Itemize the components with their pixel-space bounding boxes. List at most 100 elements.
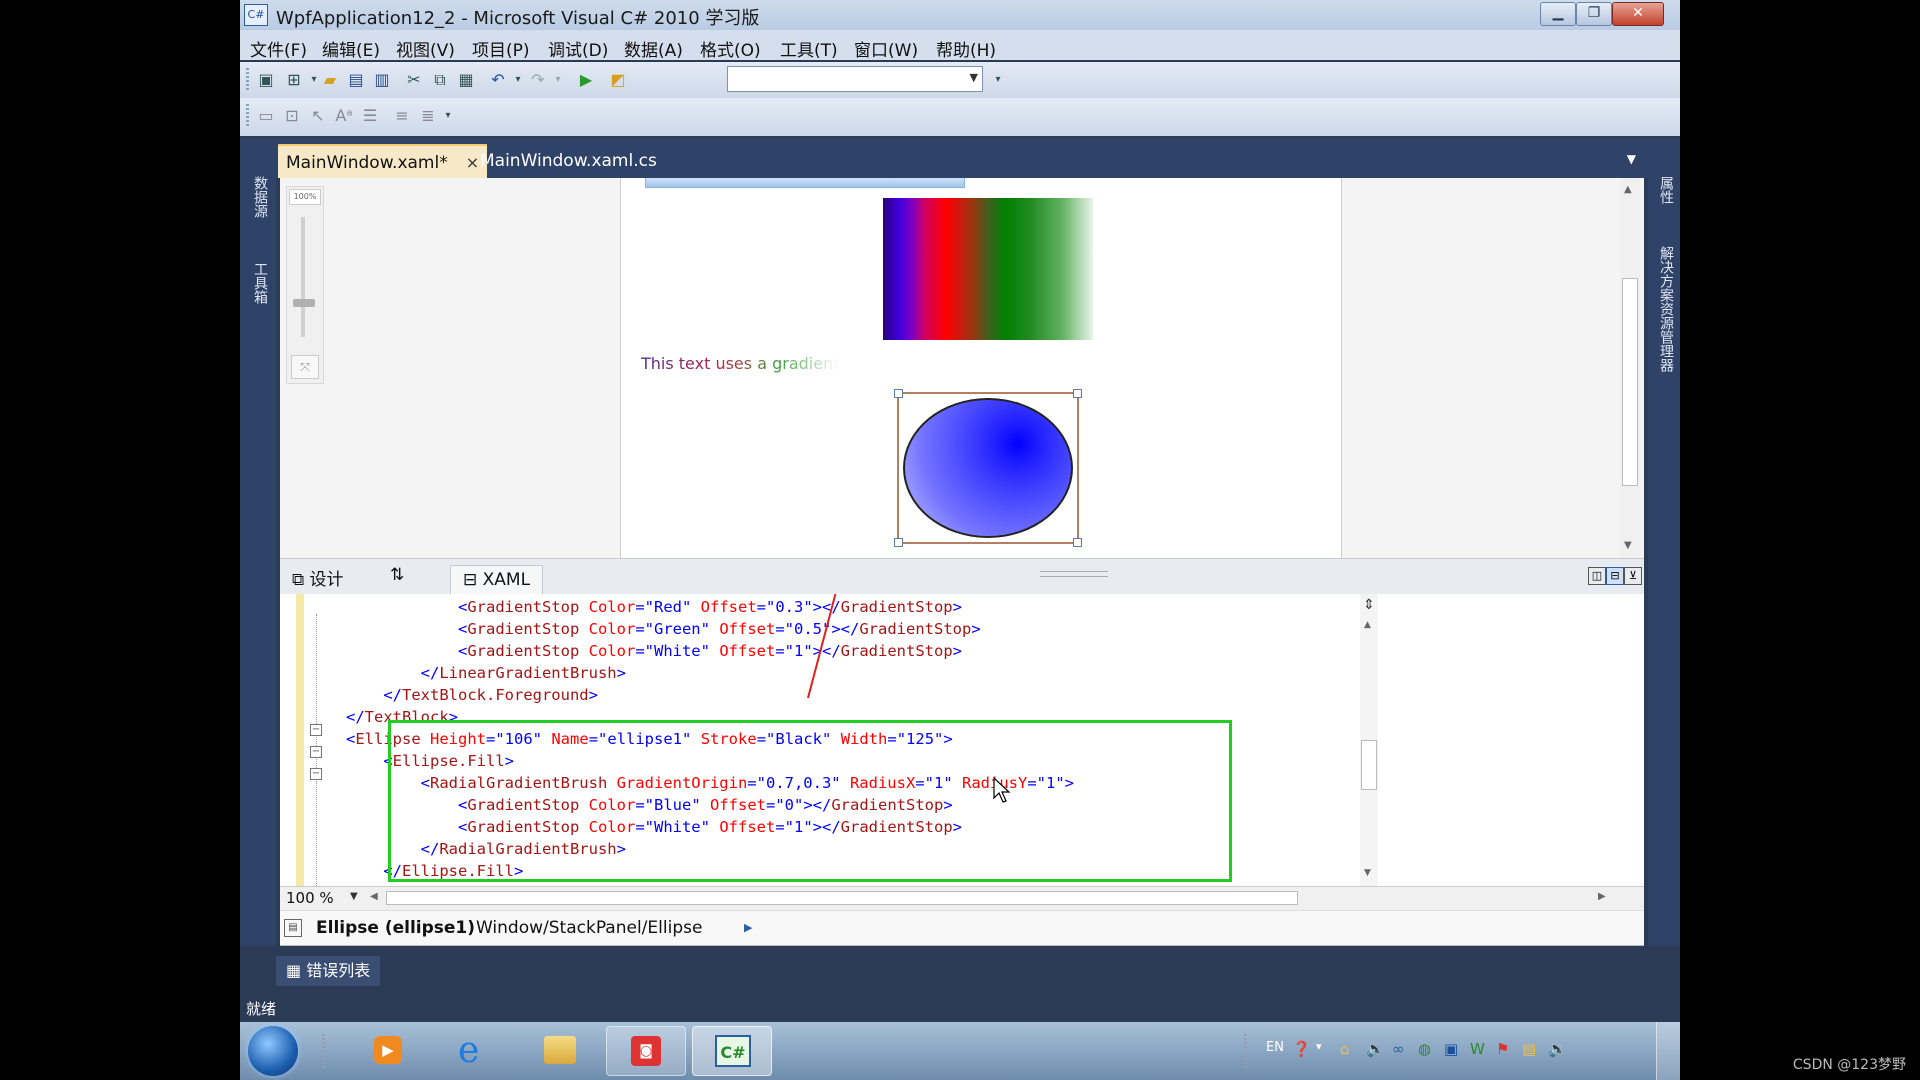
indent-icon[interactable]: ≡ xyxy=(392,106,412,126)
collapse-pane-icon[interactable]: ⊻ xyxy=(1624,567,1642,585)
menu-view[interactable]: 视图(V) xyxy=(396,36,455,61)
reader-app[interactable]: ◙ xyxy=(606,1026,686,1076)
align-icon[interactable]: ⊡ xyxy=(282,106,302,126)
hscroll-thumb[interactable] xyxy=(386,891,1298,905)
undo-dropdown-icon[interactable]: ▾ xyxy=(508,70,528,90)
action-center-icon[interactable]: ⚑ xyxy=(1496,1040,1509,1058)
gradient-rectangle[interactable] xyxy=(883,198,1093,340)
zoom-combo[interactable]: 100 % xyxy=(286,889,334,907)
document-outline-icon[interactable]: ▤ xyxy=(284,919,302,937)
toolbar-options-icon[interactable]: ▾ xyxy=(438,106,458,126)
scroll-down-icon[interactable]: ▼ xyxy=(1364,868,1371,878)
undo-icon[interactable]: ↶ xyxy=(488,70,508,90)
minimize-button[interactable]: ▁ xyxy=(1540,2,1576,26)
zoom-dropdown-icon[interactable]: ▼ xyxy=(350,891,358,902)
code-vertical-scrollbar[interactable]: ⇕ ▲ ▼ xyxy=(1360,594,1378,886)
toolbox-tab[interactable]: 工具箱 xyxy=(246,262,270,304)
resize-handle[interactable] xyxy=(1073,538,1082,547)
scroll-thumb[interactable] xyxy=(1361,740,1377,790)
collapse-icon[interactable]: − xyxy=(310,746,322,758)
menu-format[interactable]: 格式(O) xyxy=(700,36,761,61)
menu-file[interactable]: 文件(F) xyxy=(250,36,307,61)
save-all-icon[interactable]: ▥ xyxy=(372,70,392,90)
speaker-icon[interactable]: 🔈 xyxy=(1366,1040,1385,1058)
ime-options-icon[interactable]: ▾ xyxy=(1316,1040,1322,1053)
split-code-icon[interactable]: ⇕ xyxy=(1360,594,1378,616)
add-item-icon[interactable]: ⊞ xyxy=(284,70,304,90)
pointer-icon[interactable]: ↖ xyxy=(308,106,328,126)
cut-icon[interactable]: ✂ xyxy=(404,70,424,90)
tab-xaml[interactable]: ⊟ XAML xyxy=(450,565,544,594)
element-path[interactable]: Window/StackPanel/Ellipse xyxy=(476,918,702,938)
menu-help[interactable]: 帮助(H) xyxy=(936,36,996,61)
code-line[interactable]: <GradientStop Color="Red" Offset="0.3"><… xyxy=(346,596,962,618)
maximize-button[interactable]: ❐ xyxy=(1576,2,1612,26)
open-file-icon[interactable]: ▰ xyxy=(320,70,340,90)
button-element[interactable] xyxy=(645,178,965,188)
gradient-textblock[interactable]: This text uses a gradient xyxy=(641,354,839,373)
redo-dropdown-icon[interactable]: ▾ xyxy=(548,70,568,90)
fit-to-window-icon[interactable]: ⤧ xyxy=(291,355,319,379)
outdent-icon[interactable]: ≣ xyxy=(418,106,438,126)
zoom-thumb[interactable] xyxy=(293,299,315,307)
network-icon[interactable]: ◍ xyxy=(1418,1040,1431,1058)
toolbar-options-icon[interactable]: ▾ xyxy=(988,70,1008,90)
solution-config-combo[interactable]: ▼ xyxy=(727,66,983,92)
menu-tools[interactable]: 工具(T) xyxy=(780,36,838,61)
power-icon[interactable]: ▤ xyxy=(1522,1040,1536,1058)
designer-vertical-scrollbar[interactable]: ▲ ▼ xyxy=(1620,178,1640,558)
scroll-right-icon[interactable]: ▶ xyxy=(1598,891,1606,902)
menu-edit[interactable]: 编辑(E) xyxy=(322,36,380,61)
media-player-app[interactable]: ▶ xyxy=(348,1026,428,1076)
collapse-icon[interactable]: − xyxy=(310,724,322,736)
copy-icon[interactable]: ⧉ xyxy=(430,70,450,90)
menu-debug[interactable]: 调试(D) xyxy=(548,36,608,61)
scroll-left-icon[interactable]: ◀ xyxy=(370,891,378,902)
error-list-tab[interactable]: ▦ 错误列表 xyxy=(276,956,381,986)
resize-handle[interactable] xyxy=(894,389,903,398)
close-button[interactable]: ✕ xyxy=(1612,2,1664,26)
display-icon[interactable]: ▣ xyxy=(1444,1040,1458,1058)
zoom-slider[interactable]: 100% ⤧ xyxy=(286,186,324,384)
code-line[interactable]: <GradientStop Color="White" Offset="1"><… xyxy=(346,640,962,662)
swap-panes-button[interactable]: ⇅ xyxy=(390,565,404,585)
volume-icon[interactable]: 🔉 xyxy=(1548,1040,1567,1058)
code-line[interactable]: </LinearGradientBrush> xyxy=(346,662,626,684)
select-icon[interactable]: ▭ xyxy=(256,106,276,126)
paste-icon[interactable]: ▦ xyxy=(456,70,476,90)
horizontal-split-icon[interactable]: ⊟ xyxy=(1606,567,1624,585)
sync-icon[interactable]: W xyxy=(1470,1040,1485,1058)
language-indicator[interactable]: EN xyxy=(1266,1040,1284,1055)
splitter-grip[interactable] xyxy=(1040,571,1108,577)
ellipse1[interactable] xyxy=(903,398,1073,538)
new-project-icon[interactable]: ▣ xyxy=(256,70,276,90)
tab-mainwindow-xaml-cs[interactable]: MainWindow.xaml.cs xyxy=(472,144,665,178)
code-line[interactable]: <GradientStop Color="Green" Offset="0.5"… xyxy=(346,618,981,640)
properties-tab[interactable]: 属性 xyxy=(1652,176,1676,204)
resize-handle[interactable] xyxy=(894,538,903,547)
help-icon[interactable]: ❓ xyxy=(1292,1040,1311,1058)
tab-list-dropdown-icon[interactable]: ▼ xyxy=(1627,152,1636,166)
scroll-thumb[interactable] xyxy=(1622,278,1638,486)
menu-project[interactable]: 项目(P) xyxy=(472,36,530,61)
menu-window[interactable]: 窗口(W) xyxy=(854,36,918,61)
code-line[interactable]: </TextBlock.Foreground> xyxy=(346,684,598,706)
toolbar-grip[interactable] xyxy=(246,68,249,92)
solution-explorer-tab[interactable]: 解决方案资源管理器 xyxy=(1652,246,1676,372)
scroll-up-icon[interactable]: ▲ xyxy=(1364,620,1371,630)
menu-data[interactable]: 数据(A) xyxy=(624,36,683,61)
toolbar-grip[interactable] xyxy=(246,104,249,128)
save-icon[interactable]: ▤ xyxy=(346,70,366,90)
start-debug-icon[interactable]: ▶ xyxy=(576,70,596,90)
scroll-down-icon[interactable]: ▼ xyxy=(1624,540,1632,551)
selection-adorner[interactable] xyxy=(894,389,1082,547)
start-button[interactable] xyxy=(248,1026,298,1076)
list-icon[interactable]: ☰ xyxy=(360,106,380,126)
chevron-right-icon[interactable]: ▶ xyxy=(744,921,752,934)
selected-element[interactable]: Ellipse (ellipse1) xyxy=(316,918,475,938)
scroll-up-icon[interactable]: ▲ xyxy=(1624,184,1632,195)
tray-app-icon[interactable]: ⌂ xyxy=(1340,1040,1350,1058)
visual-csharp-app[interactable]: C# xyxy=(692,1026,772,1076)
vertical-split-icon[interactable]: ◫ xyxy=(1588,567,1606,585)
resize-handle[interactable] xyxy=(1073,389,1082,398)
